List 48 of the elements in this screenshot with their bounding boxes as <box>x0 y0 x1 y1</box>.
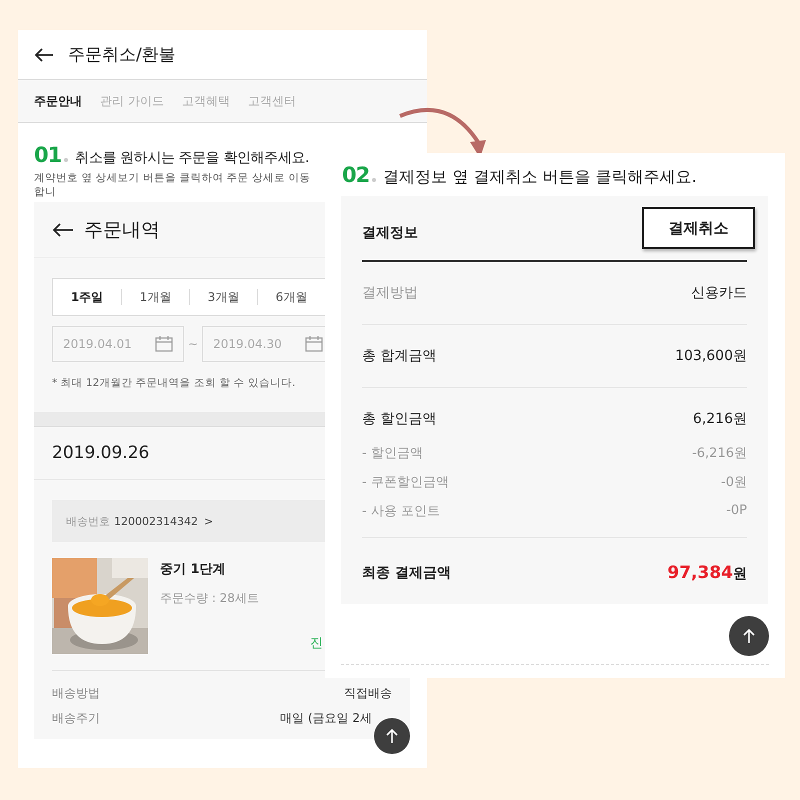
tab[interactable]: 주문안내 <box>34 92 82 110</box>
screen-title: 주문내역 <box>84 218 160 242</box>
shipment-bar[interactable]: 배송번호 120002314342 > <box>52 500 325 542</box>
payment-label: 총 할인금액 <box>362 410 436 428</box>
period-tab[interactable]: 1개월 <box>121 289 189 305</box>
calendar-icon <box>305 336 324 352</box>
calendar-icon <box>155 336 173 352</box>
detail-label: 배송방법 <box>52 685 100 702</box>
payment-value: -0P <box>726 503 747 518</box>
period-tab[interactable]: 1주일 <box>53 289 121 305</box>
order-date: 2019.09.26 <box>52 443 150 463</box>
payment-value: -0원 <box>721 474 747 490</box>
payment-label: - 사용 포인트 <box>362 502 440 520</box>
payment-value: 6,216원 <box>692 410 747 428</box>
range-separator: ~ <box>188 337 198 351</box>
period-tab[interactable]: 3개월 <box>189 289 257 305</box>
payment-label: 결제방법 <box>362 284 418 302</box>
scroll-top-button[interactable] <box>374 718 410 754</box>
notice-text: * 최대 12개월간 주문내역을 조회 할 수 있습니다. <box>52 376 296 390</box>
step-dot <box>372 178 376 182</box>
step-number: 01 <box>34 143 62 167</box>
page-title: 주문취소/환불 <box>68 44 176 66</box>
order-status: 진 <box>310 635 323 652</box>
product-quantity: 주문수량 : 28세트 <box>160 590 259 607</box>
detail-value: 매일 (금요일 2세 <box>280 710 372 727</box>
payment-value: 97,384원 <box>667 563 747 583</box>
payment-label: - 할인금액 <box>362 444 423 462</box>
step-dot <box>64 158 68 162</box>
step-instruction: 취소를 원하시는 주문을 확인해주세요. <box>75 149 310 167</box>
step-note: 계약번호 옆 상세보기 버튼을 클릭하여 주문 상세로 이동합니 <box>34 171 312 200</box>
back-arrow-icon[interactable] <box>34 48 54 62</box>
payment-value: 신용카드 <box>691 284 747 302</box>
product-name: 중기 1단계 <box>160 561 227 578</box>
cancel-payment-button[interactable]: 결제취소 <box>642 207 755 249</box>
payment-label: - 쿠폰할인금액 <box>362 474 449 490</box>
scroll-top-button[interactable] <box>729 616 769 656</box>
step-number: 02 <box>342 163 370 187</box>
detail-value: 직접배송 <box>344 685 392 702</box>
step-instruction: 결제정보 옆 결제취소 버튼을 클릭해주세요. <box>383 167 697 188</box>
payment-label: 최종 결제금액 <box>362 564 451 582</box>
payment-value: -6,216원 <box>692 444 747 462</box>
payment-label: 총 합계금액 <box>362 347 436 365</box>
detail-label: 배송주기 <box>52 710 100 727</box>
up-arrow-icon <box>386 728 398 744</box>
section-title: 결제정보 <box>362 224 418 242</box>
back-arrow-icon[interactable] <box>52 222 74 236</box>
payment-value: 103,600원 <box>675 347 747 365</box>
up-arrow-icon <box>743 628 755 644</box>
